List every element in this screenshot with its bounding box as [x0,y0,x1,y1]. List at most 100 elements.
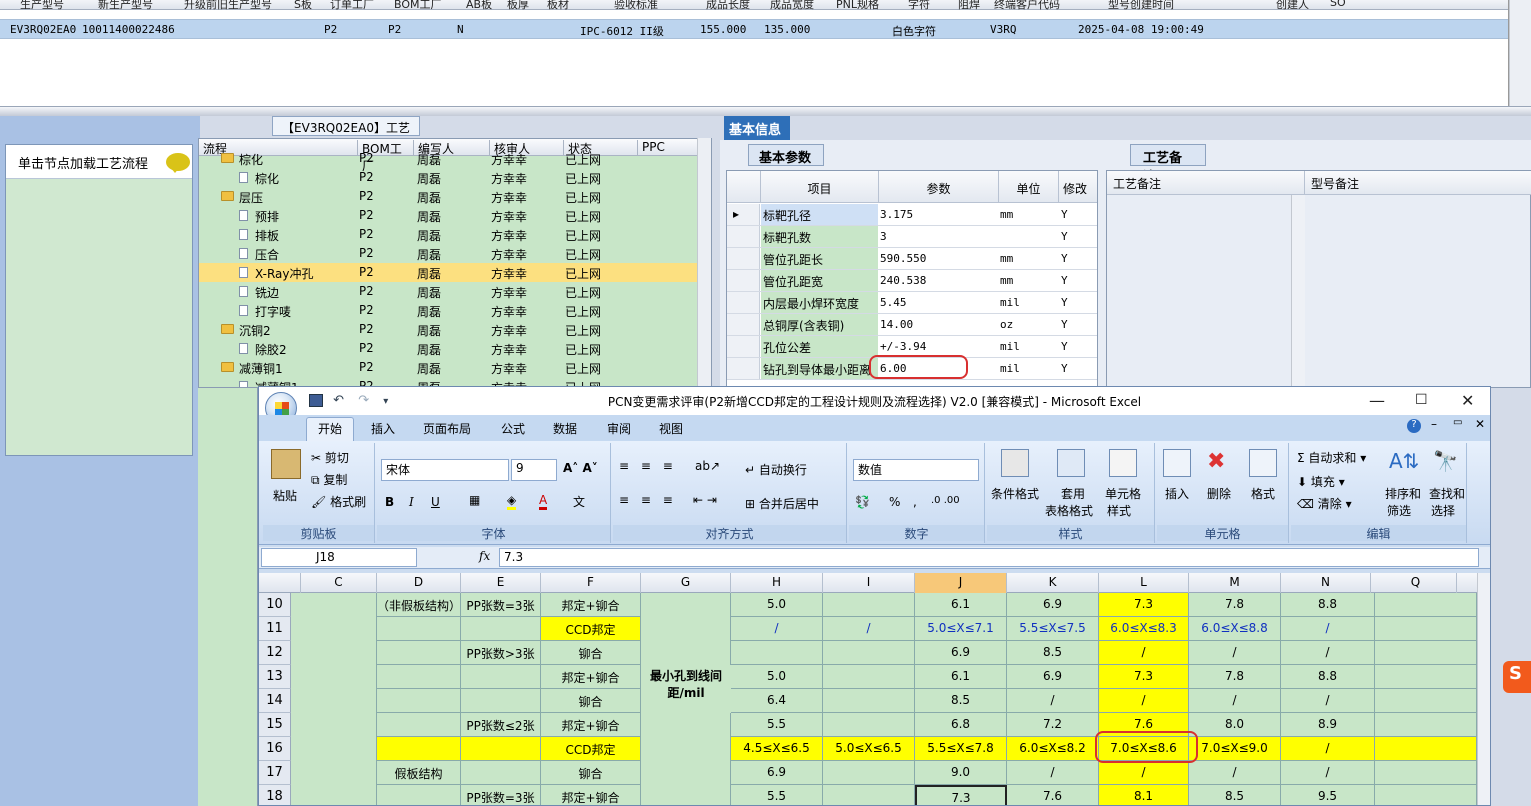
col-header[interactable]: PNL规格 [836,0,879,12]
cell-h[interactable]: 5.0 [731,665,823,689]
flow-row[interactable]: 预排 P2 周磊 方幸幸 已上网 [199,206,699,225]
row-header[interactable]: 17 [259,761,291,785]
flow-row[interactable]: 棕化 P2 周磊 方幸幸 已上网 [199,149,699,168]
cell-nn[interactable]: 8.8 [1281,593,1375,617]
cell-nn[interactable]: / [1281,737,1375,761]
param-row[interactable]: 管位孔距宽 240.538 mm Y [727,270,1097,292]
clear-button[interactable]: ⌫ 清除 ▾ [1297,495,1352,512]
row-selector[interactable] [727,336,760,357]
splitter[interactable] [0,106,1531,116]
horizontal-align-icons[interactable]: ≡ ≡ ≡ [619,493,677,507]
cell-l[interactable]: 7.3 [1099,665,1189,689]
sogou-ime-icon[interactable]: S [1503,661,1531,693]
cell[interactable] [291,665,377,689]
param-row[interactable]: 总铜厚(含表铜) 14.00 oz Y [727,314,1097,336]
cell-h[interactable] [731,641,823,665]
tab-page-layout[interactable]: 页面布局 [423,420,471,437]
flow-row[interactable]: 铣边 P2 周磊 方幸幸 已上网 [199,282,699,301]
font-name-select[interactable]: 宋体 [381,459,509,481]
cell-d[interactable]: 假板结构 [377,761,461,785]
col-header[interactable]: 升级前旧生产型号 [184,0,272,12]
cell-e[interactable] [461,737,541,761]
col-header[interactable]: 型号创建时间 [1108,0,1174,12]
cell-l[interactable]: / [1099,641,1189,665]
cell-d[interactable] [377,713,461,737]
cell-h[interactable]: 5.5 [731,785,823,805]
flow-row[interactable]: 排板 P2 周磊 方幸幸 已上网 [199,225,699,244]
cell-k[interactable]: 6.9 [1007,665,1099,689]
cell-j[interactable]: 6.1 [915,665,1007,689]
minimize-icon[interactable]: — [1369,391,1385,410]
font-size-select[interactable]: 9 [511,459,557,481]
tab-view[interactable]: 视图 [659,420,683,437]
flow-row[interactable]: 打字唛 P2 周磊 方幸幸 已上网 [199,301,699,320]
col-header[interactable]: I [823,573,915,593]
cell-e[interactable] [461,761,541,785]
cell-i[interactable] [823,713,915,737]
cell-h[interactable]: / [731,617,823,641]
cell-i[interactable] [823,593,915,617]
cell-l[interactable]: 7.3 [1099,593,1189,617]
notes-grid[interactable]: 工艺备注 型号备注 [1106,170,1531,388]
cell-j[interactable]: 6.1 [915,593,1007,617]
close-icon[interactable]: ✕ [1461,391,1474,410]
cell-nn[interactable]: 9.5 [1281,785,1375,805]
paste-button[interactable]: 粘贴 [273,487,297,504]
cell[interactable] [291,785,377,805]
cell-f[interactable]: 邦定+铆合 [541,665,641,689]
row-header[interactable]: 12 [259,641,291,665]
col-header[interactable]: 成品宽度 [770,0,814,12]
vertical-align-icons[interactable]: ≡ ≡ ≡ [619,459,677,473]
param-row[interactable]: 标靶孔数 3 Y [727,226,1097,248]
row-header[interactable]: 14 [259,689,291,713]
cell-i[interactable] [823,785,915,805]
cell-e[interactable]: PP张数=3张 [461,785,541,805]
comma-icon[interactable]: , [913,495,917,509]
fill-color-icon[interactable]: ◈ [507,493,517,510]
copy-button[interactable]: ⧉ 复制 [311,471,347,488]
notes-scrollbar[interactable] [1291,195,1305,387]
worksheet[interactable]: C D E F G H I J K L M N Q 10 （非假板结构） PP张数=… [259,573,1490,805]
paste-icon[interactable] [271,449,301,479]
cell-k[interactable]: 8.5 [1007,641,1099,665]
col-header[interactable]: G [641,573,731,593]
cell-q[interactable] [1375,665,1477,689]
cell-m[interactable]: / [1189,761,1281,785]
cell-e[interactable]: PP张数≤2张 [461,713,541,737]
cell-d[interactable] [377,617,461,641]
tab-data[interactable]: 数据 [553,420,577,437]
col-header[interactable]: Q [1375,573,1457,593]
cell-f[interactable]: 铆合 [541,689,641,713]
wrap-text-button[interactable]: ↵ 自动换行 [745,461,807,478]
flow-tree-scrollbar[interactable] [697,138,711,388]
cell-k[interactable]: / [1007,761,1099,785]
row-selector[interactable] [727,270,760,291]
cell-e[interactable] [461,665,541,689]
font-color-icon[interactable]: A [539,493,548,510]
cell-i[interactable] [823,761,915,785]
flow-row[interactable]: 除胶2 P2 周磊 方幸幸 已上网 [199,339,699,358]
cell-nn[interactable]: / [1281,689,1375,713]
cell[interactable] [291,593,377,617]
cell[interactable] [291,689,377,713]
flow-row[interactable]: 棕化 P2 周磊 方幸幸 已上网 [199,168,699,187]
cell-styles-button[interactable]: 单元格 [1105,485,1141,502]
cell-j[interactable]: 7.3 [915,785,1007,805]
underline-icon[interactable]: U [431,495,440,509]
cell-j[interactable]: 8.5 [915,689,1007,713]
cell[interactable] [291,737,377,761]
cell[interactable] [291,713,377,737]
cell-j[interactable]: 6.8 [915,713,1007,737]
fx-icon[interactable]: fx [479,549,490,563]
cell-i[interactable] [823,641,915,665]
qat-customize-icon[interactable]: ▾ [383,396,388,407]
param-row[interactable]: 内层最小焊环宽度 5.45 mil Y [727,292,1097,314]
cell-i[interactable]: 5.0≤X≤6.5 [823,737,915,761]
delete-cells-icon[interactable]: ✖ [1207,449,1225,474]
cell-q[interactable] [1375,761,1477,785]
cell-k[interactable]: 6.9 [1007,593,1099,617]
cell-h[interactable]: 5.0 [731,593,823,617]
cell-f[interactable]: CCD邦定 [541,617,641,641]
col-header[interactable]: 字符 [908,0,930,12]
delete-cells-button[interactable]: 删除 [1207,485,1231,502]
